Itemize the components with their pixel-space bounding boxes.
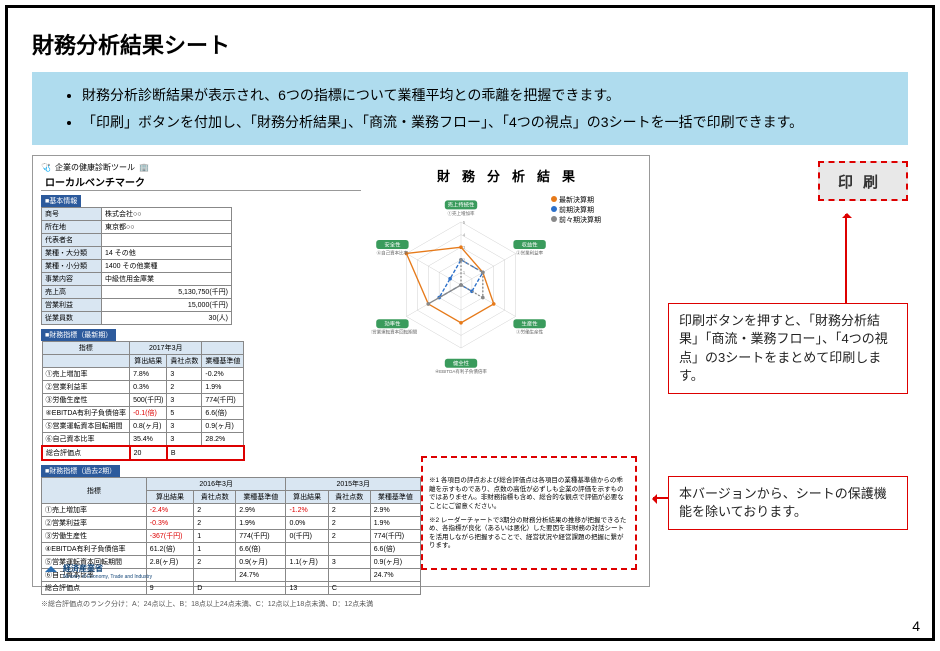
rank-note: ※総合評価点のランク分け：A：24点以上、B：18点以上24点未満、C：12点以… (41, 599, 641, 609)
page-number: 4 (912, 618, 920, 634)
callout-print: 印刷ボタンを押すと、「財務分析結果」「商流・業務フロー」、「4つの視点」の3シー… (668, 303, 908, 394)
fin-header: ■財務指標（最新期） (41, 329, 116, 341)
page-title: 財務分析結果シート (32, 28, 908, 60)
basic-info-header: ■基本情報 (41, 195, 81, 207)
svg-text:⑥自己資本比率: ⑥自己資本比率 (377, 250, 409, 257)
svg-text:②営業利益率: ②営業利益率 (516, 250, 543, 257)
building-icon: 🏢 (139, 163, 149, 172)
chart-legend: 最新決算期 前期決算期 前々期決算期 (551, 195, 601, 225)
svg-text:④EBITDA有利子負債倍率: ④EBITDA有利子負債倍率 (435, 368, 487, 375)
callout-protection: 本バージョンから、シートの保護機能を除いております。 (668, 476, 908, 530)
svg-text:③労働生産性: ③労働生産性 (516, 329, 543, 336)
chart-title: 財務分析結果 (383, 166, 641, 185)
svg-text:1: 1 (463, 270, 466, 275)
svg-text:効率性: 効率性 (384, 320, 401, 328)
highlight-region (421, 456, 637, 570)
svg-text:収益性: 収益性 (522, 240, 539, 248)
basic-info-table: 商号株式会社○○ 所在地東京都○○ 代表者名 業種・大分類14 その他 業種・小… (41, 207, 232, 325)
svg-text:5: 5 (463, 220, 466, 225)
stethoscope-icon: 🩺 (41, 163, 51, 172)
svg-text:4: 4 (463, 233, 466, 238)
svg-text:生産性: 生産性 (522, 320, 539, 328)
annotation-column: 印刷 印刷ボタンを押すと、「財務分析結果」「商流・業務フロー」、「4つの視点」の… (650, 155, 908, 587)
svg-text:健全性: 健全性 (453, 359, 470, 367)
fin-table: 指標2017年3月 算出結果貴社点数業種基準値 ①売上増加率7.8%3-0.2%… (41, 341, 245, 461)
summary-box: 財務分析診断結果が表示され、6つの指標について業種平均との乖離を把握できます。 … (32, 72, 908, 145)
svg-text:⑤営業運転資本回転期間: ⑤営業運転資本回転期間 (371, 329, 418, 336)
radar-chart: 12345 売上持続性①売上増加率収益性②営業利益率生産性③労働生産性健全性④E… (371, 195, 551, 375)
svg-text:安全性: 安全性 (384, 240, 401, 248)
svg-text:①売上増加率: ①売上増加率 (448, 210, 475, 217)
hist-header: ■財務指標（過去2期） (41, 465, 120, 477)
brand-name: ローカルベンチマーク (41, 173, 361, 191)
tool-label: 企業の健康診断ツール (55, 162, 135, 173)
sheet-screenshot: 🩺 企業の健康診断ツール 🏢 ローカルベンチマーク ■基本情報 商号株式会社○○… (32, 155, 650, 587)
bullet-1: 財務分析診断結果が表示され、6つの指標について業種平均との乖離を把握できます。 (82, 82, 878, 109)
bullet-2: 「印刷」ボタンを付加し、「財務分析結果」、「商流・業務フロー」、「4つの視点」の… (82, 109, 878, 136)
print-button[interactable]: 印刷 (818, 161, 908, 201)
svg-text:売上持続性: 売上持続性 (448, 201, 475, 209)
meti-logo: 経済産業省Ministry of Economy, Trade and Indu… (43, 563, 152, 580)
